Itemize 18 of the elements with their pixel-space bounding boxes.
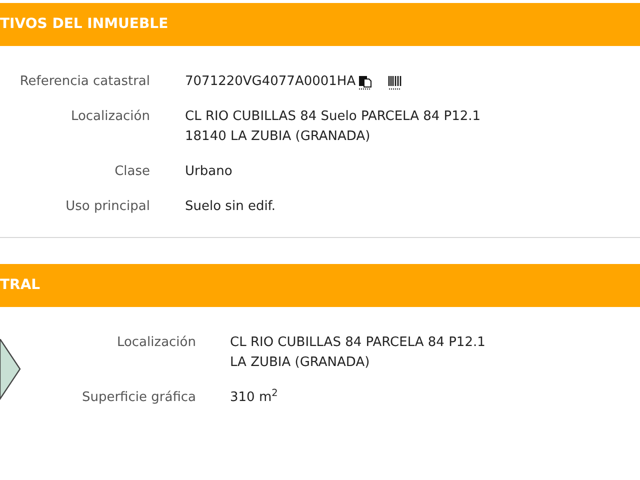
field-value: LA ZUBIA (GRANADA) — [230, 354, 371, 372]
field-value: CL RIO CUBILLAS 84 Suelo PARCELA 84 P12.1 — [185, 108, 481, 126]
field-value: 7071220VG4077A0001HA — [185, 73, 356, 91]
copy-icon[interactable] — [358, 74, 372, 90]
section-title: TIVOS DEL INMUEBLE — [0, 15, 168, 34]
field-value: Urbano — [185, 163, 232, 181]
field-value: 310 m$^{2}$ — [230, 388, 278, 407]
field-label: Referencia catastral — [20, 73, 150, 91]
field-label: Clase — [114, 163, 150, 181]
field-label: Uso principal — [66, 198, 150, 216]
field-value: CL RIO CUBILLAS 84 PARCELA 84 P12.1 — [230, 334, 486, 352]
field-value: Suelo sin edif. — [185, 198, 276, 216]
section-title: TRAL — [0, 276, 40, 295]
field-value: 18140 LA ZUBIA (GRANADA) — [185, 128, 372, 146]
barcode-icon[interactable] — [388, 74, 402, 90]
field-label: Superficie gráfica — [82, 389, 196, 407]
field-label: Localización — [70, 108, 150, 126]
field-label: Localización — [116, 334, 196, 352]
